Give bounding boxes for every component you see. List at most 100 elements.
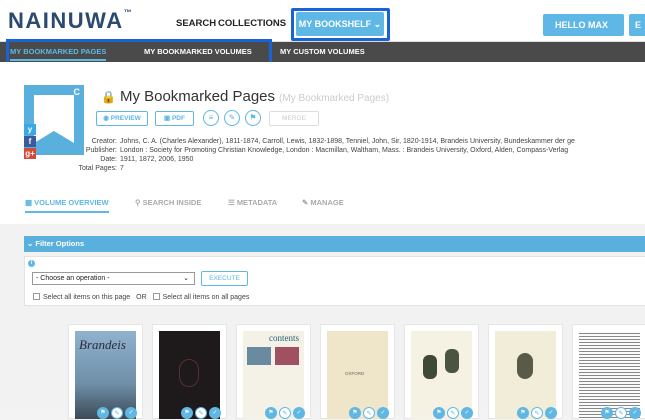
check-icon[interactable]: ✓ bbox=[461, 407, 473, 419]
tab-label: SEARCH INSIDE bbox=[142, 198, 202, 207]
bookmark-icon[interactable]: ⚑ bbox=[181, 407, 193, 419]
tab-manage[interactable]: ✎ MANAGE bbox=[302, 198, 344, 207]
bookmark-icon[interactable]: ⚑ bbox=[349, 407, 361, 419]
bookmark-icon[interactable]: ⚑ bbox=[97, 407, 109, 419]
check-icon[interactable]: ✓ bbox=[545, 407, 557, 419]
user-menu-label: HELLO MAX bbox=[555, 20, 608, 30]
thumbnail-image: contents bbox=[243, 331, 304, 419]
bookmark-icon[interactable]: ⚑ bbox=[245, 110, 261, 126]
check-icon[interactable]: ✓ bbox=[209, 407, 221, 419]
bookshelf-highlight-outline bbox=[291, 8, 390, 41]
metadata-value: London : Society for Promoting Christian… bbox=[120, 147, 569, 154]
thumbnail-card[interactable] bbox=[488, 324, 563, 419]
ornament-shape bbox=[179, 359, 199, 387]
metadata-label: Creator: bbox=[91, 138, 117, 145]
thumbnail-card[interactable] bbox=[572, 324, 645, 419]
twitter-glyph: y bbox=[27, 125, 33, 134]
thumbnail-card[interactable]: contents bbox=[236, 324, 311, 419]
top-navbar: NAINUWA™ SEARCH COLLECTIONS MY BOOKSHELF… bbox=[0, 0, 645, 52]
select-page-label: Select all items on this page bbox=[43, 294, 131, 301]
nav-search-link[interactable]: SEARCH bbox=[176, 18, 216, 29]
eye-icon: ◉ bbox=[103, 115, 111, 122]
check-icon[interactable]: ✓ bbox=[629, 407, 641, 419]
google-plus-glyph: g+ bbox=[25, 149, 35, 158]
thumbnail-text: Brandeis bbox=[79, 337, 126, 352]
select-options-line: Select all items on this page OR Select … bbox=[33, 293, 249, 301]
edit-icon[interactable]: ✎ bbox=[279, 407, 291, 419]
edge-button[interactable]: E bbox=[629, 14, 645, 36]
merge-button[interactable]: MERGE bbox=[269, 111, 319, 126]
cover-badge: C bbox=[73, 87, 81, 97]
grid-icon: ▦ bbox=[25, 198, 35, 207]
plant-illustration bbox=[445, 349, 459, 373]
edit-icon[interactable]: ✎ bbox=[615, 407, 627, 419]
edit-icon[interactable]: ✎ bbox=[111, 407, 123, 419]
bookmark-icon[interactable]: ⚑ bbox=[265, 407, 277, 419]
metadata-date: Date: 1911, 1872, 2006, 1950 bbox=[60, 156, 193, 163]
edge-button-label: E bbox=[635, 20, 642, 30]
thumbnail-text: contents bbox=[269, 333, 299, 343]
photo-block bbox=[275, 347, 299, 365]
or-label: OR bbox=[136, 294, 147, 301]
collection-title: My Bookmarked Pages bbox=[119, 88, 276, 105]
operation-select[interactable]: - Choose an operation - ⌄ bbox=[32, 272, 195, 285]
metadata-creator: Creator: Johns, C. A. (Charles Alexander)… bbox=[60, 138, 575, 145]
thumbnail-image: OXFORD bbox=[327, 331, 388, 419]
tab-label: METADATA bbox=[236, 198, 278, 207]
thumbnail-image bbox=[159, 331, 220, 419]
bookmark-icon[interactable]: ⚑ bbox=[601, 407, 613, 419]
lock-icon: 🔒 bbox=[101, 90, 116, 104]
metadata-value: 7 bbox=[120, 165, 124, 172]
preview-label: PREVIEW bbox=[110, 115, 141, 122]
check-icon[interactable]: ✓ bbox=[293, 407, 305, 419]
photo-block bbox=[247, 347, 271, 365]
bookmark-icon[interactable]: ⚑ bbox=[433, 407, 445, 419]
check-icon[interactable]: ✓ bbox=[377, 407, 389, 419]
edit-icon[interactable]: ✎ bbox=[224, 110, 240, 126]
google-plus-icon[interactable]: g+ bbox=[24, 148, 36, 159]
tab-metadata[interactable]: ☰ METADATA bbox=[228, 198, 277, 207]
tab-label: MANAGE bbox=[310, 198, 344, 207]
page-title: 🔒 My Bookmarked Pages (My Bookmarked Pages… bbox=[101, 88, 389, 105]
twitter-icon[interactable]: y bbox=[24, 124, 36, 135]
bookmark-icon[interactable]: ⚑ bbox=[517, 407, 529, 419]
thumbnail-card[interactable]: OXFORD bbox=[320, 324, 395, 419]
edit-icon[interactable]: ✎ bbox=[195, 407, 207, 419]
nav-collections-link[interactable]: COLLECTIONS bbox=[218, 18, 286, 29]
operation-select-value: - Choose an operation - bbox=[36, 275, 110, 282]
edit-icon[interactable]: ✎ bbox=[447, 407, 459, 419]
edit-icon[interactable]: ✎ bbox=[363, 407, 375, 419]
metadata-label: Date: bbox=[100, 156, 117, 163]
facebook-glyph: f bbox=[28, 137, 32, 146]
subnav-my-custom-volumes[interactable]: MY CUSTOM VOLUMES bbox=[280, 47, 365, 56]
site-logo[interactable]: NAINUWA™ bbox=[8, 8, 132, 34]
select-all-checkbox[interactable] bbox=[152, 293, 160, 300]
list-view-icon[interactable]: ≡ bbox=[203, 110, 219, 126]
select-page-checkbox[interactable] bbox=[33, 293, 40, 300]
filter-options-label: Filter Options bbox=[35, 239, 85, 248]
logo-trademark: ™ bbox=[123, 8, 132, 17]
tab-volume-overview[interactable]: ▦ VOLUME OVERVIEW bbox=[25, 198, 109, 213]
search-icon: ⚲ bbox=[135, 198, 143, 207]
filter-options-bar[interactable]: ⌄ Filter Options bbox=[24, 236, 645, 252]
thumbnail-card[interactable] bbox=[152, 324, 227, 419]
check-icon[interactable]: ✓ bbox=[125, 407, 137, 419]
execute-button[interactable]: EXECUTE bbox=[201, 271, 248, 286]
pdf-label: PDF bbox=[171, 115, 185, 122]
metadata-value: 1911, 1872, 2006, 1950 bbox=[120, 156, 194, 163]
tab-search-inside[interactable]: ⚲ SEARCH INSIDE bbox=[135, 198, 201, 207]
metadata-label: Total Pages: bbox=[78, 165, 117, 172]
select-all-label: Select all items on all pages bbox=[162, 294, 250, 301]
thumbnail-card[interactable]: Brandeis bbox=[68, 324, 143, 419]
metadata-publisher: Publisher: London : Society for Promoting… bbox=[60, 147, 568, 154]
thumbnail-card[interactable] bbox=[404, 324, 479, 419]
metadata-label: Publisher: bbox=[85, 147, 117, 154]
tab-label: VOLUME OVERVIEW bbox=[34, 198, 109, 207]
thumbnail-text: OXFORD bbox=[345, 371, 365, 376]
preview-button[interactable]: ◉ PREVIEW bbox=[96, 111, 148, 126]
user-menu-button[interactable]: HELLO MAX ⌄ bbox=[543, 14, 624, 52]
facebook-icon[interactable]: f bbox=[24, 136, 36, 147]
thumbnail-image bbox=[495, 331, 556, 419]
edit-icon[interactable]: ✎ bbox=[531, 407, 543, 419]
pdf-button[interactable]: ▣ PDF bbox=[155, 111, 194, 126]
